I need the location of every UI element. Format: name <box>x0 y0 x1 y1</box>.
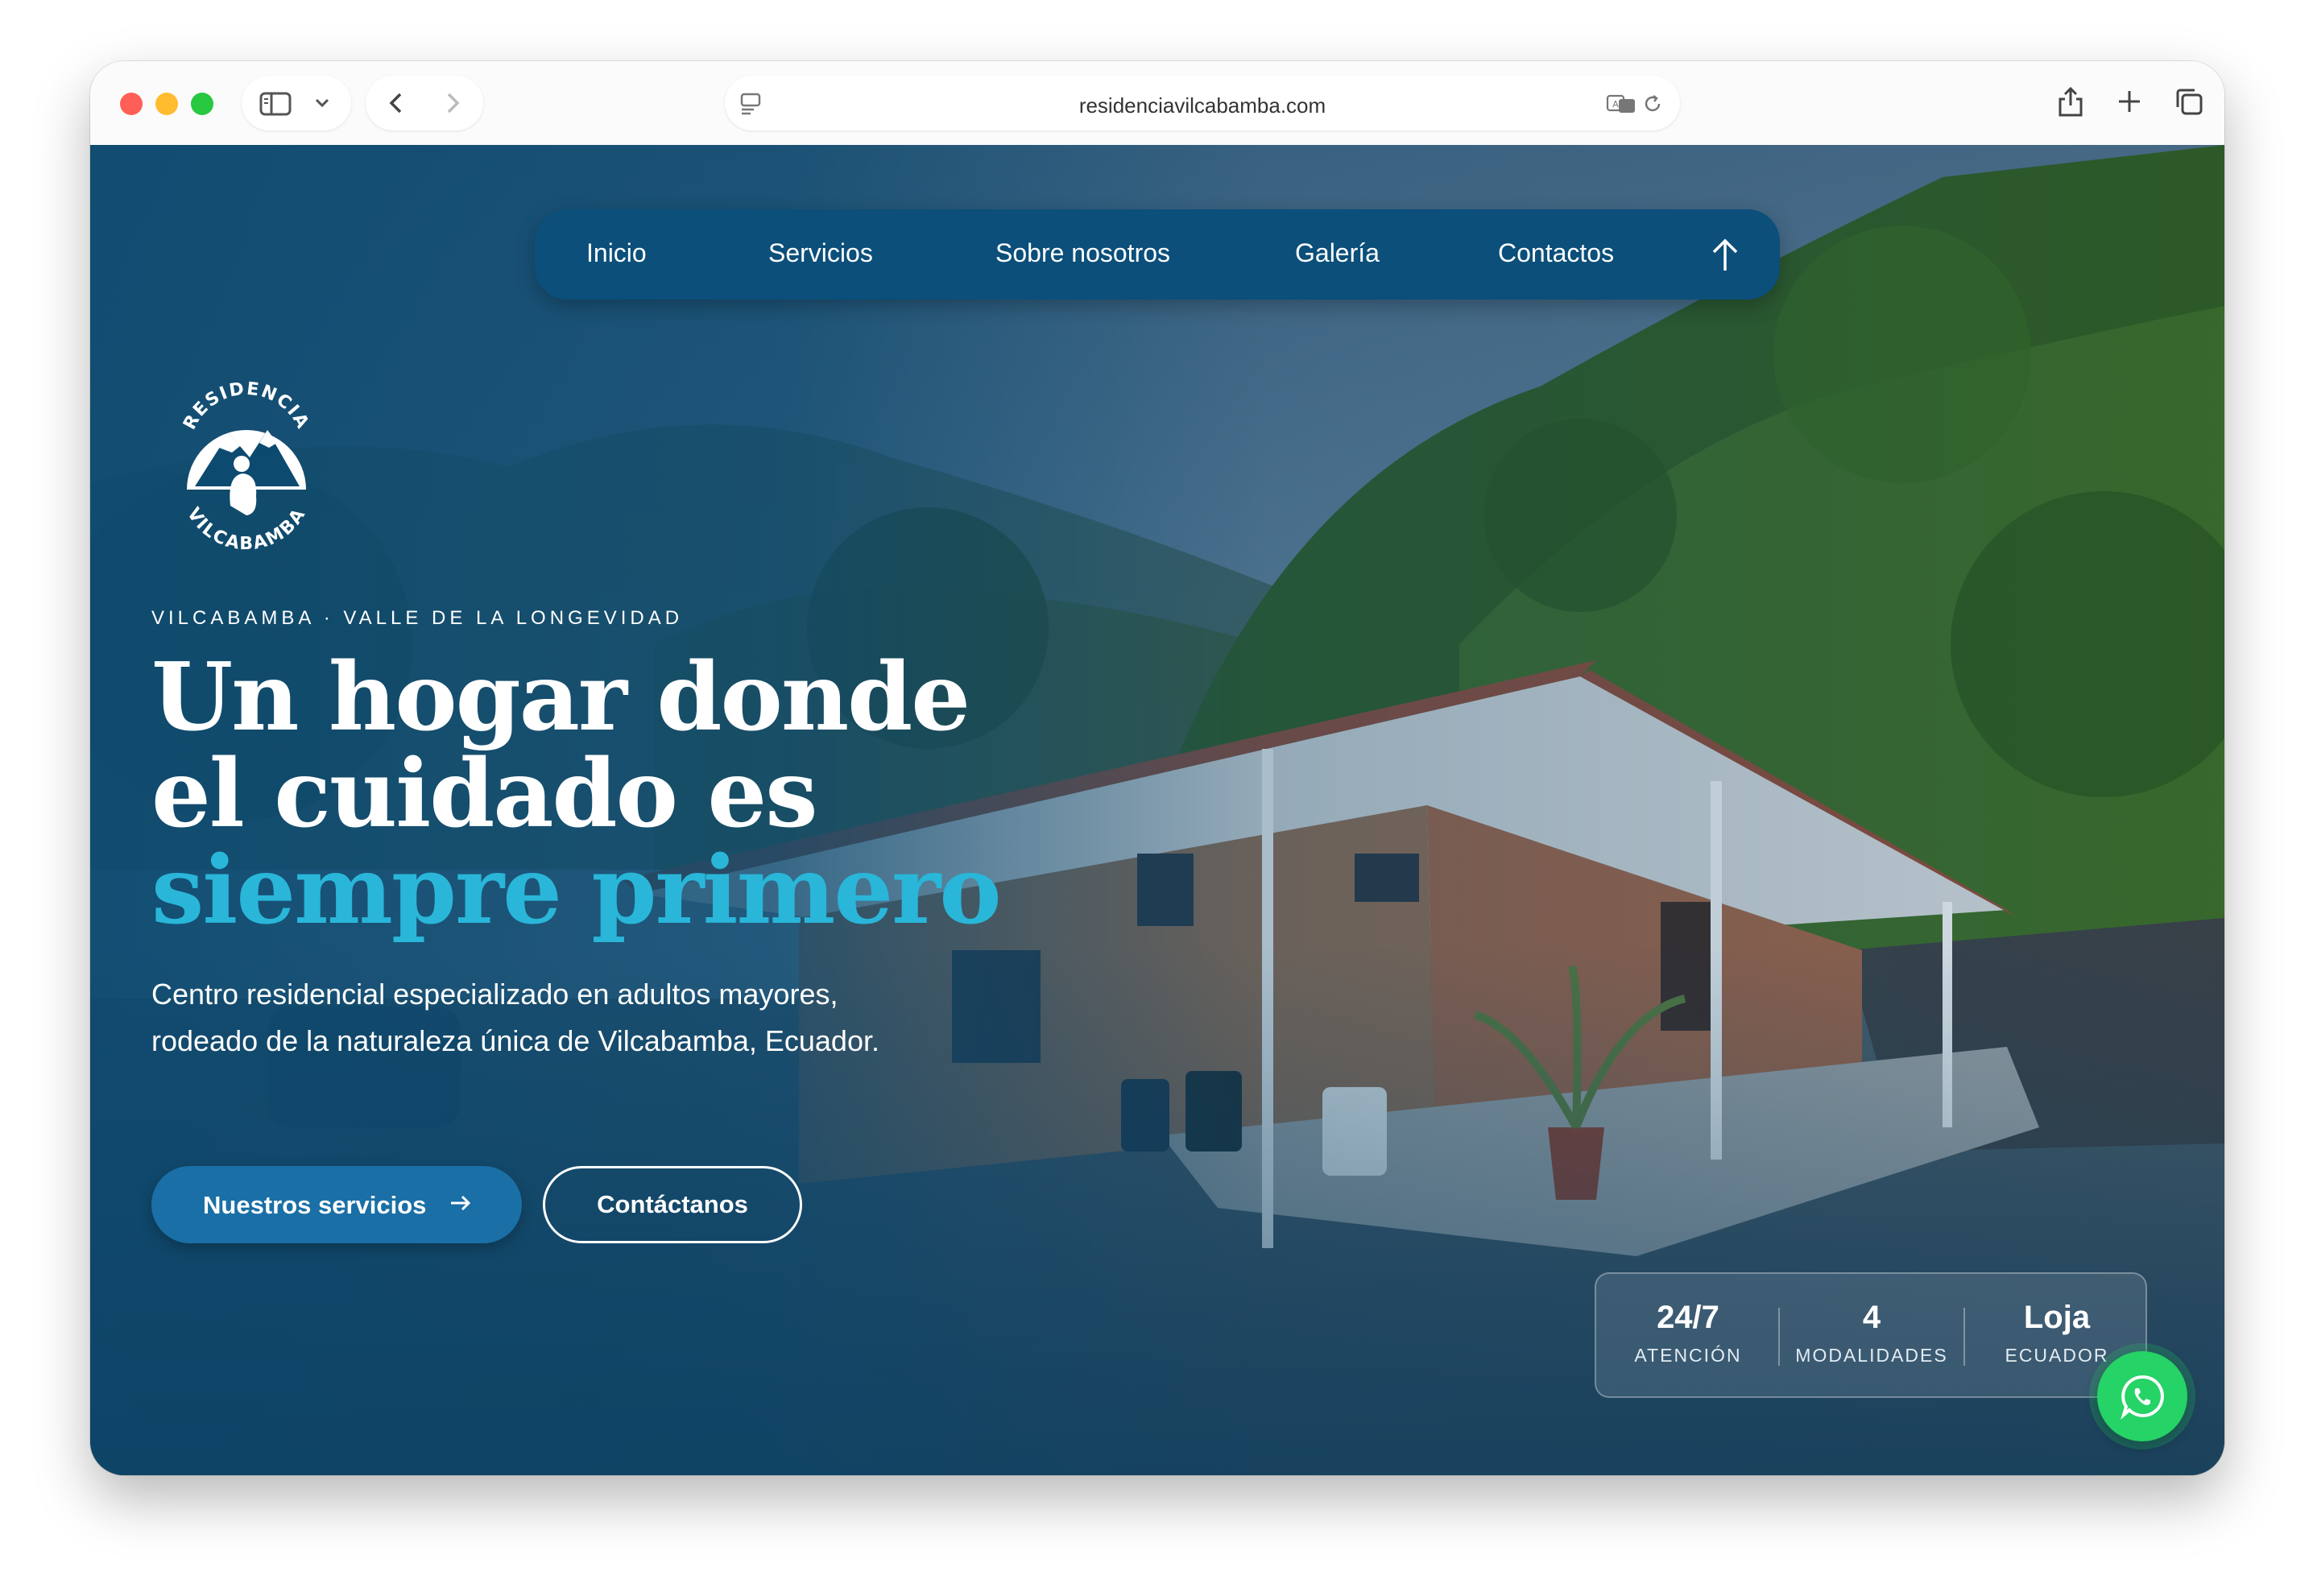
svg-text:RESIDENCIA: RESIDENCIA <box>180 378 313 432</box>
url-text[interactable]: residenciavilcabamba.com <box>725 93 1680 118</box>
headline-line-2: el cuidado es <box>151 739 818 849</box>
minimize-window-button[interactable] <box>155 93 178 115</box>
stat-ecuador: Loja ECUADOR <box>1976 1300 2137 1367</box>
address-bar[interactable]: residenciavilcabamba.com A <box>725 76 1680 130</box>
stat-divider <box>1963 1308 1965 1366</box>
nuestros-servicios-button[interactable]: Nuestros servicios <box>151 1166 522 1243</box>
nav-item-galeria[interactable]: Galería <box>1295 238 1380 268</box>
arrow-right-icon <box>451 1195 471 1211</box>
close-window-button[interactable] <box>120 93 143 115</box>
reload-icon[interactable] <box>1641 93 1664 115</box>
contactanos-button[interactable]: Contáctanos <box>543 1166 802 1243</box>
stat-divider <box>1778 1308 1780 1366</box>
whatsapp-icon <box>2121 1375 2164 1420</box>
nuestros-servicios-label: Nuestros servicios <box>203 1191 427 1219</box>
nav-item-contactos[interactable]: Contactos <box>1498 238 1614 268</box>
arrow-up-icon[interactable] <box>1707 237 1743 274</box>
stat-label: MODALIDADES <box>1795 1345 1948 1366</box>
nav-item-sobre-nosotros[interactable]: Sobre nosotros <box>995 238 1170 268</box>
stat-atencion: 24/7 ATENCIÓN <box>1608 1300 1769 1367</box>
nav-item-servicios[interactable]: Servicios <box>768 238 873 268</box>
stats-panel: 24/7 ATENCIÓN 4 MODALIDADES Loja ECUADOR <box>1595 1272 2147 1398</box>
residencia-vilcabamba-logo[interactable]: RESIDENCIA VILCABAMBA <box>172 377 321 557</box>
headline-accent: siempre primero <box>151 836 1002 945</box>
tab-overview-icon[interactable] <box>2174 87 2203 116</box>
stat-value: 24/7 <box>1657 1300 1719 1335</box>
svg-text:A: A <box>1612 99 1619 110</box>
stat-label: ATENCIÓN <box>1634 1345 1742 1366</box>
share-icon[interactable] <box>2057 85 2084 118</box>
sidebar-toggle-group[interactable] <box>242 76 351 130</box>
browser-toolbar: residenciavilcabamba.com A <box>90 61 2224 146</box>
web-page: Inicio Servicios Sobre nosotros Galería … <box>90 145 2224 1475</box>
nav-item-inicio[interactable]: Inicio <box>586 238 647 268</box>
stat-value: 4 <box>1862 1300 1881 1335</box>
history-nav-group <box>366 76 483 130</box>
stat-value: Loja <box>2023 1300 2091 1335</box>
headline-line-1: Un hogar donde <box>151 643 970 752</box>
sidebar-icon[interactable] <box>259 92 292 116</box>
stat-modalidades: 4 MODALIDADES <box>1791 1300 1952 1367</box>
chevron-down-icon[interactable] <box>314 97 330 110</box>
new-tab-icon[interactable] <box>2116 89 2142 114</box>
browser-window: residenciavilcabamba.com A Inicio Servic… <box>90 61 2224 1475</box>
whatsapp-button[interactable] <box>2097 1351 2187 1441</box>
hero-eyebrow: VILCABAMBA · VALLE DE LA LONGEVIDAD <box>151 607 684 629</box>
hero-subtitle: Centro residencial especializado en adul… <box>151 978 879 1057</box>
hero-headline: Un hogar donde el cuidado es siempre pri… <box>151 643 1002 945</box>
maximize-window-button[interactable] <box>191 93 213 115</box>
main-navigation: Inicio Servicios Sobre nosotros Galería … <box>535 209 1780 300</box>
logo-text-top: RESIDENCIA <box>180 378 312 432</box>
back-icon[interactable] <box>387 92 406 114</box>
translate-icon[interactable]: A <box>1606 93 1636 114</box>
forward-icon[interactable] <box>443 92 462 114</box>
